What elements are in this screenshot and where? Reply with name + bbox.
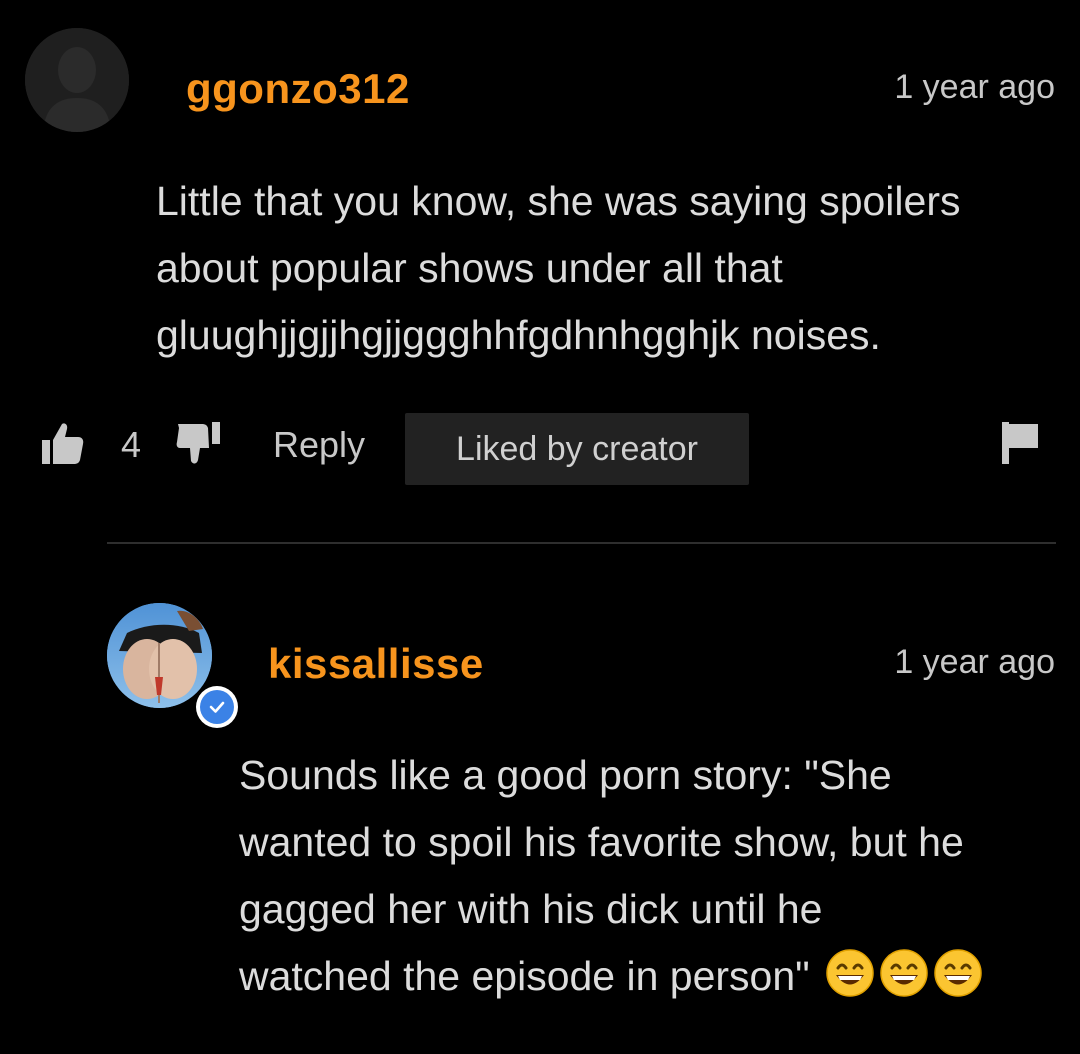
liked-by-creator-label: Liked by creator [456,429,698,468]
like-count: 4 [121,424,142,465]
thumbs-down-icon [176,422,220,464]
liked-by-creator-badge: Liked by creator [405,413,749,485]
comment-body-line-with-emoji: watched the episode in person" [239,943,983,1010]
comment-body-line: watched the episode in person" [239,953,810,999]
verified-badge [196,686,238,728]
thumbs-down-button[interactable] [176,420,222,471]
grinning-face-with-smiling-eyes-icon [880,949,928,997]
comment-timestamp: 1 year ago [894,643,1055,681]
grinning-face-with-smiling-eyes-icon [826,949,874,997]
report-flag-button[interactable] [1000,420,1040,471]
comment-username[interactable]: ggonzo312 [186,68,410,110]
comment-divider [107,542,1056,544]
comment-username[interactable]: kissallisse [268,643,484,685]
comment-body-line: gagged her with his dick until he [239,886,823,932]
thumbs-up-button[interactable] [40,420,86,471]
grinning-face-with-smiling-eyes-icon [934,949,982,997]
reply-button[interactable]: Reply [273,427,365,463]
comment-body: Little that you know, she was saying spo… [156,168,961,369]
comment-timestamp: 1 year ago [894,68,1055,106]
profile-photo-image [107,603,212,708]
default-user-silhouette-icon [25,28,129,132]
comment-body-line: Sounds like a good porn story: "She [239,752,892,798]
thumbs-up-icon [42,423,84,464]
comment-body-line: Little that you know, she was saying spo… [156,178,961,224]
comment-body-line: about popular shows under all that [156,245,783,291]
user-avatar-kissallisse[interactable] [107,603,212,708]
comment-body-line: wanted to spoil his favorite show, but h… [239,819,964,865]
comment-body-line: gluughjjgjjhgjjggghhfgdhnhgghjk noises. [156,312,881,358]
flag-icon [1002,422,1038,464]
checkmark-icon [209,701,225,713]
comment-body: Sounds like a good porn story: "She want… [239,742,983,1010]
user-avatar-ggonzo312[interactable] [25,28,129,132]
